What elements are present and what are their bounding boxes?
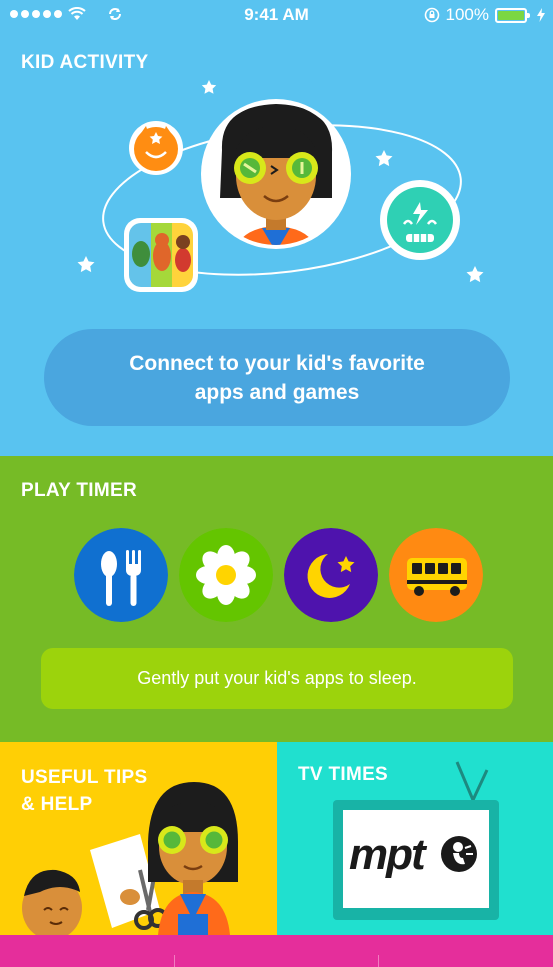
tv-times-tile[interactable]: TV TIMES mpt — [277, 742, 553, 935]
status-bar: 9:41 AM 100% — [0, 0, 553, 30]
orange-fox-icon — [129, 121, 183, 175]
strip-divider — [378, 955, 379, 967]
play-timer-title: PLAY TIMER — [21, 480, 137, 501]
flower-icon[interactable] — [179, 528, 273, 622]
kid-activity-title: KID ACTIVITY — [21, 52, 149, 73]
kid-activity-illustration — [77, 80, 484, 292]
tv-times-title: TV TIMES — [298, 764, 389, 785]
status-right: 100% — [424, 5, 545, 25]
useful-tips-title: USEFUL TIPS & HELP — [21, 767, 148, 815]
connect-apps-button[interactable]: Connect to your kid's favorite apps and … — [44, 329, 510, 426]
moon-icon[interactable] — [284, 528, 378, 622]
battery-icon — [495, 7, 530, 23]
sleep-apps-button[interactable]: Gently put your kid's apps to sleep. — [41, 648, 513, 709]
meal-icon[interactable] — [74, 528, 168, 622]
battery-percent: 100% — [445, 5, 489, 24]
tips-baby-icon — [22, 869, 82, 935]
charging-icon — [537, 8, 545, 22]
play-timer-section: PLAY TIMER Gently put your kid's apps to… — [0, 456, 553, 742]
mpt-logo: mpt — [349, 830, 426, 879]
pbs-logo-icon — [441, 836, 477, 872]
school-bus-icon[interactable] — [389, 528, 483, 622]
kid-avatar-icon — [201, 99, 351, 249]
timer-icons-row — [74, 528, 483, 622]
rotation-lock-icon — [424, 7, 439, 23]
strip-divider — [174, 955, 175, 967]
kid-activity-section: KID ACTIVITY Connect to your kid's favor… — [0, 30, 553, 456]
robot-icon — [380, 180, 460, 260]
bottom-tile-strip[interactable] — [0, 935, 553, 967]
cartoon-app-icon — [124, 218, 198, 292]
useful-tips-tile[interactable]: USEFUL TIPS & HELP — [0, 742, 277, 935]
